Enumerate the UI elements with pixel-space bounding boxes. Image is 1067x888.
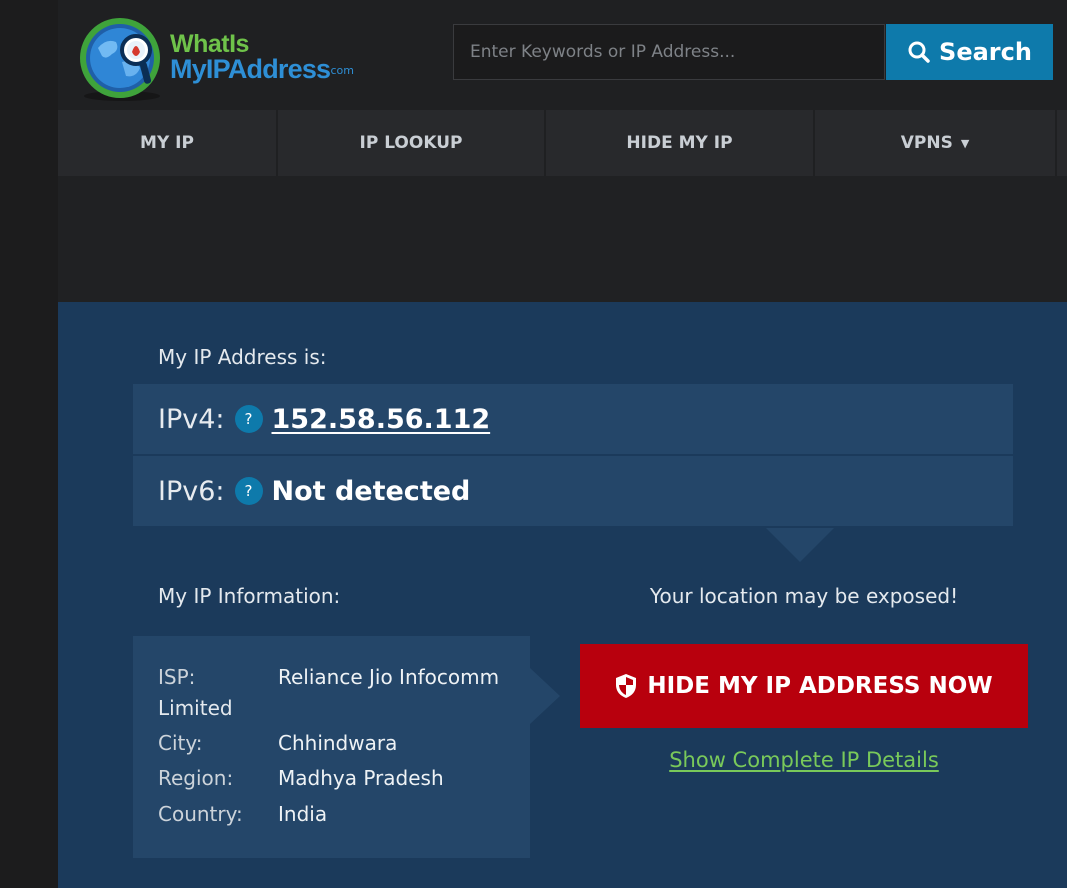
ip-heading: My IP Address is: xyxy=(158,345,327,369)
hide-ip-button-label: HIDE MY IP ADDRESS NOW xyxy=(647,673,993,699)
search-button[interactable]: Search xyxy=(886,24,1053,80)
info-row-city: City: Chhindwara xyxy=(158,731,397,755)
nav-item-ip-lookup[interactable]: IP LOOKUP xyxy=(278,110,546,176)
ipv6-row: IPv6: ? Not detected xyxy=(133,456,1013,526)
nav-item-label: VPNS xyxy=(900,133,953,153)
info-heading: My IP Information: xyxy=(158,584,341,608)
info-row-isp-cont: Limited xyxy=(158,696,233,720)
info-key-region: Region: xyxy=(158,766,234,790)
search-button-label: Search xyxy=(939,38,1032,66)
info-key-city: City: xyxy=(158,731,203,755)
info-row-country: Country: India xyxy=(158,802,327,826)
search-icon xyxy=(908,41,930,63)
left-gutter xyxy=(0,0,58,888)
site-logo[interactable]: WhatIs MyIPAddress .com xyxy=(76,14,356,106)
ipv4-label: IPv4: xyxy=(158,403,225,435)
ipv4-address-link[interactable]: 152.58.56.112 xyxy=(272,404,491,435)
chevron-down-icon: ▼ xyxy=(960,136,970,150)
info-row-region: Region: Madhya Pradesh xyxy=(158,766,444,790)
hide-ip-button[interactable]: HIDE MY IP ADDRESS NOW xyxy=(580,644,1028,728)
nav-item-vpns[interactable]: VPNS ▼ xyxy=(815,110,1057,176)
ipv4-row: IPv4: ? 152.58.56.112 xyxy=(133,384,1013,454)
nav-item-label: HIDE MY IP xyxy=(626,133,733,153)
help-icon[interactable]: ? xyxy=(234,405,263,433)
info-value-isp-cont: Limited xyxy=(158,696,233,720)
shield-icon xyxy=(616,674,637,698)
nav-item-my-ip[interactable]: MY IP xyxy=(58,110,278,176)
info-key-isp: ISP: xyxy=(158,665,196,689)
logo-wordmark: WhatIs MyIPAddress xyxy=(170,32,331,84)
nav-item-label: MY IP xyxy=(140,133,194,153)
info-value-isp: Reliance Jio Infocomm xyxy=(278,665,500,689)
ip-info-box: ISP: Reliance Jio Infocomm Limited City:… xyxy=(133,636,530,858)
info-value-city: Chhindwara xyxy=(278,731,398,755)
exposure-warning: Your location may be exposed! xyxy=(649,584,959,608)
ipv6-label: IPv6: xyxy=(158,475,225,507)
info-value-region: Madhya Pradesh xyxy=(278,766,444,790)
main-nav: MY IP IP LOOKUP HIDE MY IP VPNS ▼ xyxy=(58,110,1067,176)
logo-line-2: MyIPAddress xyxy=(170,54,331,84)
search-input[interactable] xyxy=(453,24,885,80)
info-row-isp: ISP: Reliance Jio Infocomm xyxy=(158,665,499,689)
globe-magnifier-icon xyxy=(80,18,160,101)
info-pointer xyxy=(530,668,560,724)
ip-panel: My IP Address is: IPv4: ? 152.58.56.112 … xyxy=(58,302,1067,888)
nav-item-label: IP LOOKUP xyxy=(359,133,463,153)
site-header: WhatIs MyIPAddress .com Search xyxy=(58,0,1067,110)
callout-pointer xyxy=(766,528,834,562)
help-icon[interactable]: ? xyxy=(234,477,263,505)
info-value-country: India xyxy=(278,802,328,826)
nav-item-hide-my-ip[interactable]: HIDE MY IP xyxy=(546,110,815,176)
show-details-link[interactable]: Show Complete IP Details xyxy=(580,748,1028,772)
info-key-country: Country: xyxy=(158,802,243,826)
logo-suffix: .com xyxy=(327,64,354,77)
ipv6-address: Not detected xyxy=(271,475,471,507)
